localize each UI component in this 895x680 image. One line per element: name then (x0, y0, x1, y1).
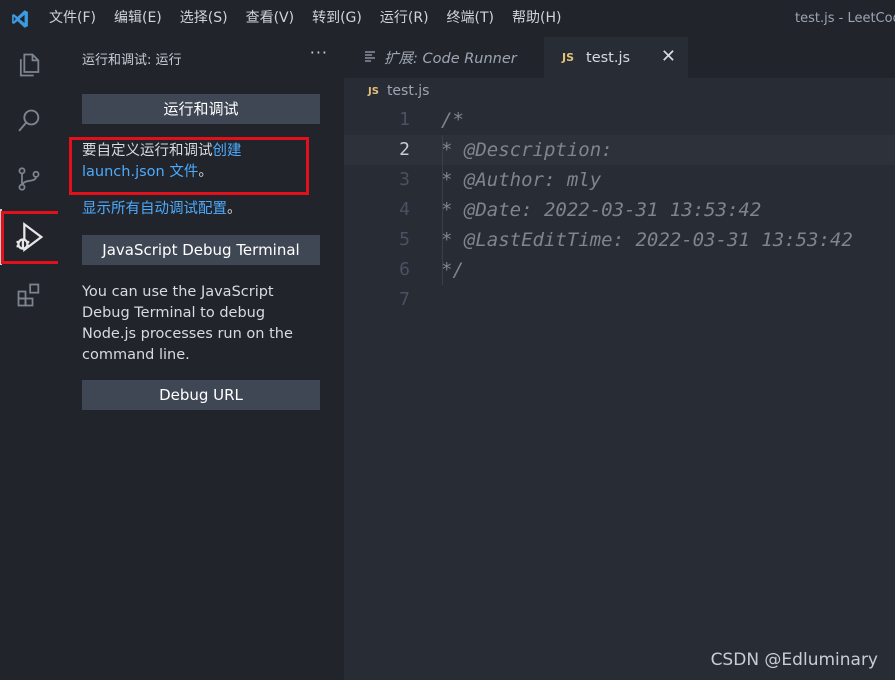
code-line: 1 /* (344, 105, 895, 135)
js-debug-terminal-button[interactable]: JavaScript Debug Terminal (82, 235, 320, 265)
code-line: 5 * @LastEditTime: 2022-03-31 13:53:42 (344, 225, 895, 255)
menu-go[interactable]: 转到(G) (303, 0, 371, 37)
window-title: test.js - LeetCode (795, 11, 895, 26)
show-all-configs-message: 显示所有自动调试配置。 (82, 199, 322, 220)
breadcrumb-file: test.js (386, 83, 430, 99)
terminal-description: You can use the JavaScript Debug Termina… (82, 284, 293, 363)
tab-bar: 扩展: Code Runner JS test.js ✕ (344, 37, 895, 78)
code-text: * @Date: 2022-03-31 13:53:42 (441, 199, 762, 221)
js-file-icon: JS (368, 85, 379, 97)
launch-json-annotation-box (69, 137, 309, 195)
close-icon[interactable]: ✕ (661, 46, 676, 67)
line-number: 4 (399, 199, 410, 220)
source-control-icon[interactable] (0, 151, 58, 207)
menu-selection[interactable]: 选择(S) (171, 0, 237, 37)
line-number: 7 (399, 289, 410, 310)
preview-icon (364, 50, 376, 66)
code-text: /* (441, 109, 464, 131)
menu-view[interactable]: 查看(V) (237, 0, 304, 37)
more-actions-icon[interactable]: ··· (310, 43, 328, 62)
extensions-icon[interactable] (0, 267, 58, 323)
title-bar: 文件(F) 编辑(E) 选择(S) 查看(V) 转到(G) 运行(R) 终端(T… (0, 0, 895, 37)
line-number: 5 (399, 229, 410, 250)
tab-test-js[interactable]: JS test.js ✕ (544, 37, 688, 78)
code-line-current: 2 * @Description: (344, 135, 895, 165)
menu-bar: 文件(F) 编辑(E) 选择(S) 查看(V) 转到(G) 运行(R) 终端(T… (40, 0, 570, 37)
sidebar-title: 运行和调试: 运行 (82, 53, 182, 68)
search-icon[interactable] (0, 93, 58, 149)
menu-edit[interactable]: 编辑(E) (105, 0, 171, 37)
code-line: 6 */ (344, 255, 895, 285)
run-debug-sidebar: 运行和调试: 运行 ··· 运行和调试 要自定义运行和调试创建 launch.j… (58, 37, 344, 680)
code-line: 4 * @Date: 2022-03-31 13:53:42 (344, 195, 895, 225)
code-text: * @Description: (441, 139, 613, 161)
menu-help[interactable]: 帮助(H) (503, 0, 570, 37)
line-number: 3 (399, 169, 410, 190)
line-number: 2 (399, 139, 410, 160)
debug-url-button[interactable]: Debug URL (82, 380, 320, 410)
explorer-icon[interactable] (0, 37, 58, 93)
run-and-debug-button[interactable]: 运行和调试 (82, 94, 320, 124)
tab-label: 扩展: Code Runner (384, 51, 517, 67)
show-all-configs-link[interactable]: 显示所有自动调试配置 (82, 201, 227, 217)
line-number: 1 (399, 109, 410, 130)
code-editor[interactable]: 1 /* 2 * @Description: 3 * @Author: mly 4… (344, 105, 895, 315)
line-number: 6 (399, 259, 410, 280)
code-text: */ (441, 259, 464, 281)
js-file-icon: JS (562, 51, 575, 64)
breadcrumb[interactable]: JS test.js (368, 83, 429, 99)
menu-terminal[interactable]: 终端(T) (438, 0, 503, 37)
menu-run[interactable]: 运行(R) (371, 0, 438, 37)
code-text: * @LastEditTime: 2022-03-31 13:53:42 (441, 229, 853, 251)
vscode-logo-icon (0, 0, 40, 37)
indent-guide (442, 135, 443, 285)
show-all-suffix: 。 (227, 201, 242, 217)
code-text: * @Author: mly (441, 169, 602, 191)
activity-bar (0, 37, 58, 680)
code-line: 7 (344, 285, 895, 315)
code-line: 3 * @Author: mly (344, 165, 895, 195)
watermark: CSDN @Edluminary (710, 650, 878, 670)
tab-code-runner[interactable]: 扩展: Code Runner (344, 37, 544, 78)
menu-file[interactable]: 文件(F) (40, 0, 105, 37)
editor-area: 扩展: Code Runner JS test.js ✕ JS test.js … (344, 37, 895, 680)
tab-label: test.js (586, 49, 631, 66)
